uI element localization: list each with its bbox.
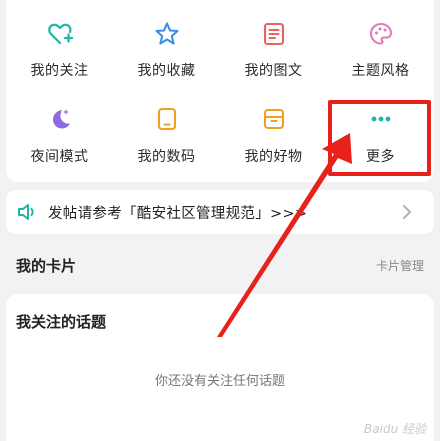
grid-item-devices[interactable]: 我的数码	[113, 100, 220, 180]
topics-empty-text: 你还没有关注任何话题	[154, 374, 285, 389]
star-icon	[152, 20, 182, 48]
cards-section-header: 我的卡片 卡片管理	[16, 253, 424, 277]
grid-item-label: 我的图文	[244, 63, 303, 79]
topics-title: 我关注的话题	[16, 313, 107, 331]
watermark: Baidu 经验	[364, 422, 426, 436]
box-icon	[259, 104, 289, 134]
notice-text: 发帖请参考「酷安社区管理规范」>>>	[48, 205, 308, 222]
grid-item-following[interactable]: 我的关注	[6, 0, 113, 80]
grid-item-label: 主题风格	[351, 63, 410, 79]
card-manage-link[interactable]: 卡片管理	[376, 257, 424, 274]
grid-item-label: 夜间模式	[30, 149, 89, 165]
heart-plus-icon	[45, 20, 75, 48]
device-icon	[152, 104, 182, 134]
section-title: 我的卡片	[16, 256, 77, 275]
grid-item-label: 我的收藏	[137, 63, 196, 79]
highlight-box	[328, 100, 431, 176]
grid-item-theme[interactable]: 主题风格	[327, 0, 434, 80]
grid-item-label: 我的好物	[244, 149, 303, 165]
palette-icon	[366, 20, 396, 48]
document-icon	[259, 20, 289, 48]
speaker-icon	[16, 200, 40, 224]
grid-item-label: 我的关注	[30, 63, 89, 79]
grid-item-favorites[interactable]: 我的收藏	[113, 0, 220, 80]
community-notice[interactable]: 发帖请参考「酷安社区管理规范」>>>	[6, 190, 434, 234]
grid-item-night-mode[interactable]: 夜间模式	[6, 100, 113, 180]
grid-item-posts[interactable]: 我的图文	[220, 0, 327, 80]
followed-topics-card: 我关注的话题 你还没有关注任何话题	[6, 294, 434, 441]
grid-item-label: 我的数码	[137, 149, 196, 165]
chevron-right-icon	[400, 202, 414, 222]
grid-item-goods[interactable]: 我的好物	[220, 100, 327, 180]
moon-icon	[45, 104, 75, 134]
